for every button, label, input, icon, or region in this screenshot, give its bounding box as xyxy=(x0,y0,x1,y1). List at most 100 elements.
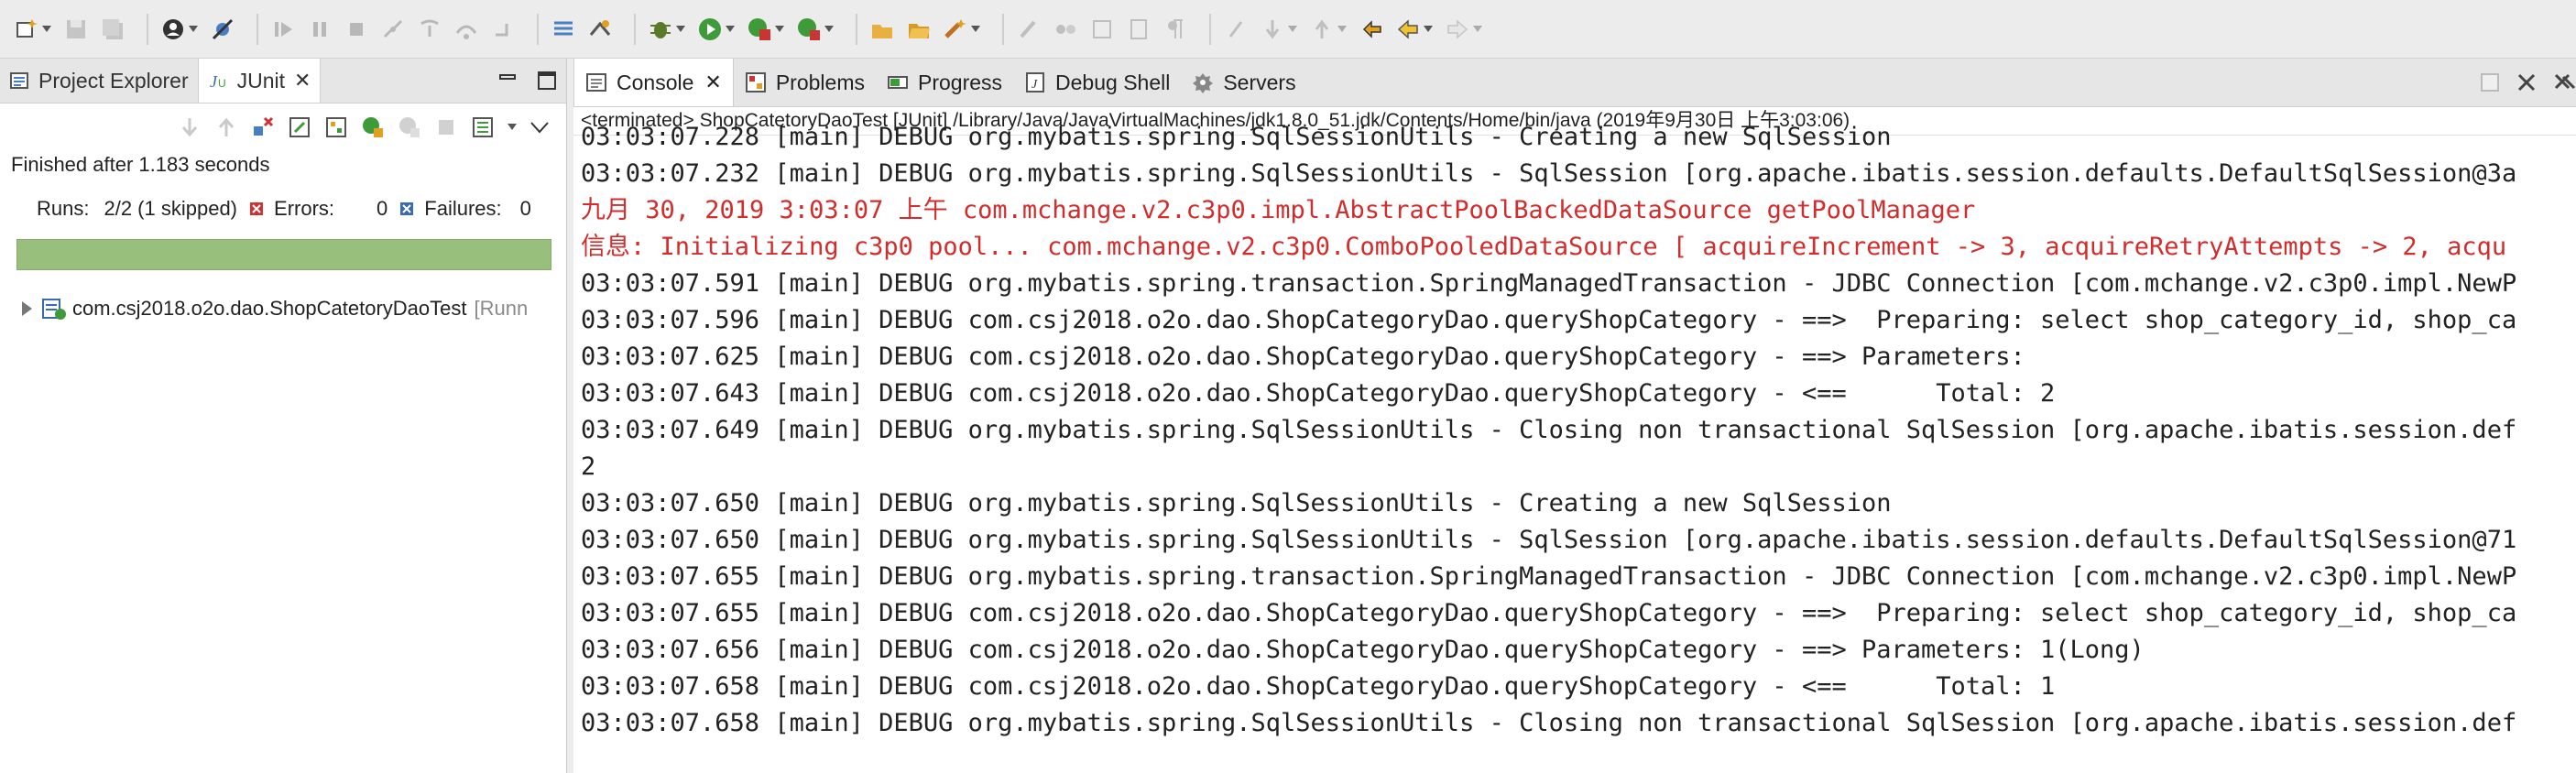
toggle-breadcrumb-icon[interactable] xyxy=(1052,16,1079,43)
chevron-down-icon[interactable] xyxy=(1473,25,1482,33)
tab-label: Problems xyxy=(775,70,865,94)
step-over-icon[interactable] xyxy=(453,16,480,43)
console-line: 03:03:07.625 [main] DEBUG com.csj2018.o2… xyxy=(581,343,2041,371)
failure-icon xyxy=(400,202,414,215)
coverage-icon[interactable] xyxy=(746,16,773,43)
servers-icon xyxy=(1193,73,1214,93)
console-line: 03:03:07.656 [main] DEBUG com.csj2018.o2… xyxy=(581,636,2145,664)
open-folder-icon[interactable] xyxy=(905,16,933,43)
tab-label: Project Explorer xyxy=(38,68,189,93)
console-line: 03:03:07.655 [main] DEBUG com.csj2018.o2… xyxy=(581,599,2517,627)
last-edit-location-icon[interactable] xyxy=(1358,16,1385,43)
chevron-down-icon[interactable] xyxy=(726,25,735,33)
chevron-down-icon[interactable] xyxy=(775,25,784,33)
tab-label: Progress xyxy=(917,70,1003,94)
svg-text:J: J xyxy=(210,72,218,91)
close-icon[interactable]: ✕ xyxy=(704,71,721,94)
maximize-icon[interactable] xyxy=(537,71,557,91)
previous-failure-icon[interactable] xyxy=(214,115,238,139)
account-icon[interactable] xyxy=(159,16,187,43)
hierarchy-icon[interactable] xyxy=(324,115,348,139)
finished-status: Finished after 1.183 seconds xyxy=(11,153,270,176)
rerun-failed-first-icon[interactable] xyxy=(398,115,421,139)
skip-breakpoints-icon[interactable] xyxy=(209,16,236,43)
rerun-test-icon[interactable] xyxy=(361,115,385,139)
new-class-icon[interactable] xyxy=(942,16,969,43)
word-wrap-icon[interactable] xyxy=(1125,16,1152,43)
left-tab-bar: Project Explorer JU JUnit ✕ xyxy=(0,59,566,103)
close-icon[interactable]: ✕ xyxy=(294,69,311,93)
scroll-lock-icon[interactable] xyxy=(288,115,311,139)
suspend-icon[interactable] xyxy=(306,16,333,43)
tab-progress[interactable]: Progress xyxy=(876,59,1013,106)
console-line: 03:03:07.591 [main] DEBUG org.mybatis.sp… xyxy=(581,269,2517,298)
next-failure-icon[interactable] xyxy=(178,115,202,139)
console-icon xyxy=(586,73,606,92)
console-line: 2 xyxy=(581,452,596,481)
console-line: 信息: Initializing c3p0 pool... com.mchang… xyxy=(581,233,2507,261)
view-menu-icon[interactable] xyxy=(529,120,550,135)
errors-label: Errors: xyxy=(274,197,335,220)
run-icon[interactable] xyxy=(696,16,724,43)
tab-problems[interactable]: Problems xyxy=(734,59,876,106)
errors-value: 0 xyxy=(377,197,388,220)
chevron-down-icon[interactable] xyxy=(971,25,980,33)
chevron-down-icon[interactable] xyxy=(508,124,517,131)
tab-console[interactable]: Console ✕ xyxy=(573,59,734,106)
back-icon[interactable] xyxy=(1394,16,1422,43)
stop-test-run-icon[interactable] xyxy=(434,115,458,139)
console-line: 03:03:07.658 [main] DEBUG org.mybatis.sp… xyxy=(581,709,2517,737)
remove-all-terminated-icon[interactable] xyxy=(2552,71,2576,93)
previous-annotation-icon[interactable] xyxy=(1308,16,1336,43)
svg-text:U: U xyxy=(218,77,226,90)
tab-debug-shell[interactable]: J Debug Shell xyxy=(1013,59,1181,106)
test-tree-item[interactable]: com.csj2018.o2o.dao.ShopCatetoryDaoTest … xyxy=(0,296,566,321)
disconnect-icon[interactable] xyxy=(379,16,407,43)
console-line: 九月 30, 2019 3:03:07 上午 com.mchange.v2.c3… xyxy=(581,196,1976,224)
debug-icon[interactable] xyxy=(647,16,674,43)
problems-icon xyxy=(745,72,766,93)
chevron-down-icon[interactable] xyxy=(189,25,198,33)
forward-icon[interactable] xyxy=(1444,16,1471,43)
block-selection-icon[interactable] xyxy=(1088,16,1116,43)
chevron-down-icon[interactable] xyxy=(1337,25,1347,33)
external-tools-icon[interactable] xyxy=(795,16,823,43)
tab-label: JUnit xyxy=(236,68,286,93)
step-return-icon[interactable] xyxy=(489,16,517,43)
new-java-project-icon[interactable] xyxy=(868,16,896,43)
tab-servers[interactable]: Servers xyxy=(1181,59,1306,106)
chevron-down-icon[interactable] xyxy=(42,25,51,33)
show-whitespace-icon[interactable] xyxy=(1162,16,1189,43)
minimize-icon[interactable] xyxy=(498,71,517,90)
tab-label: Servers xyxy=(1223,70,1296,94)
terminate-console-icon[interactable] xyxy=(2516,71,2538,93)
tab-project-explorer[interactable]: Project Explorer xyxy=(0,59,198,103)
chevron-down-icon[interactable] xyxy=(676,25,685,33)
outline-list-icon[interactable] xyxy=(550,16,577,43)
show-failures-only-icon[interactable] xyxy=(251,115,275,139)
console-line: 03:03:07.658 [main] DEBUG com.csj2018.o2… xyxy=(581,672,2056,701)
tab-junit[interactable]: JU JUnit ✕ xyxy=(197,59,322,103)
junit-view: Project Explorer JU JUnit ✕ Finished aft… xyxy=(0,59,567,773)
error-icon xyxy=(250,202,264,215)
expand-arrow-icon[interactable] xyxy=(22,301,32,316)
test-run-history-icon[interactable] xyxy=(471,115,495,139)
console-line: 03:03:07.650 [main] DEBUG org.mybatis.sp… xyxy=(581,526,2517,554)
chevron-down-icon[interactable] xyxy=(1288,25,1297,33)
step-into-icon[interactable] xyxy=(416,16,443,43)
new-wizard-icon[interactable] xyxy=(13,16,40,43)
junit-icon: JU xyxy=(210,72,226,91)
chevron-down-icon[interactable] xyxy=(1424,25,1433,33)
terminate-icon[interactable] xyxy=(343,16,370,43)
save-icon[interactable] xyxy=(62,16,90,43)
resume-icon[interactable] xyxy=(269,16,297,43)
toggle-mark-occurrences-icon[interactable] xyxy=(1015,16,1042,43)
use-step-filters-icon[interactable] xyxy=(586,16,614,43)
pin-icon[interactable] xyxy=(1222,16,1250,43)
clear-console-icon[interactable] xyxy=(2479,71,2501,93)
chevron-down-icon[interactable] xyxy=(824,25,834,33)
console-output[interactable]: 03:03:07.228 [main] DEBUG org.mybatis.sp… xyxy=(573,119,2576,742)
save-all-icon[interactable] xyxy=(99,16,126,43)
console-line: 03:03:07.228 [main] DEBUG org.mybatis.sp… xyxy=(581,123,1892,151)
next-annotation-icon[interactable] xyxy=(1259,16,1286,43)
